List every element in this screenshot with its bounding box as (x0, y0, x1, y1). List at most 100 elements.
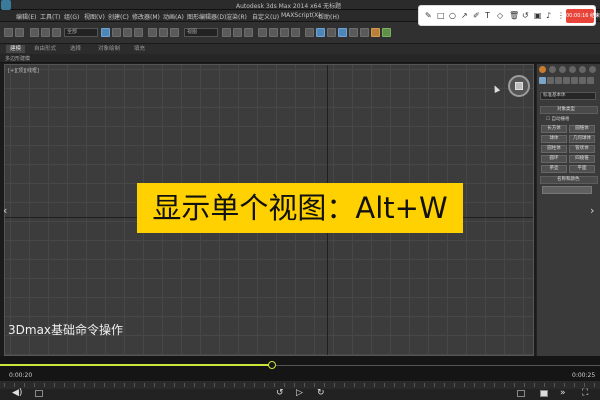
bind-space-warp-icon[interactable] (52, 28, 61, 37)
cone-button[interactable]: 圆锥体 (569, 125, 595, 133)
redo-icon[interactable] (15, 28, 24, 37)
name-color-rollout-header[interactable]: 名称和颜色 (540, 176, 598, 184)
teapot-button[interactable]: 茶壶 (541, 165, 567, 173)
keyboard-shortcut-icon[interactable] (244, 28, 253, 37)
move-icon[interactable] (148, 28, 157, 37)
align-icon[interactable] (327, 28, 336, 37)
auto-grid-checkbox[interactable]: ☐ 自动栅格 (546, 116, 569, 122)
delete-icon[interactable]: 🗑 (509, 11, 519, 21)
tab-selection[interactable]: 选择 (66, 45, 85, 53)
snap-toggle-icon[interactable] (258, 28, 267, 37)
cameras-icon[interactable] (563, 77, 570, 84)
menu-rendering[interactable]: 渲染(R) (226, 12, 247, 21)
arrow-icon[interactable]: ↗ (461, 11, 468, 21)
geometry-type-dropdown[interactable]: 标准基本体 (540, 92, 596, 100)
tube-button[interactable]: 管状体 (569, 145, 595, 153)
utilities-tab-icon[interactable] (589, 66, 596, 73)
space-warps-icon[interactable] (579, 77, 586, 84)
link-icon[interactable] (30, 28, 39, 37)
menu-help[interactable]: 帮助(H) (318, 12, 339, 21)
viewcube-face[interactable] (515, 82, 523, 90)
cylinder-button[interactable]: 圆柱体 (541, 145, 567, 153)
select-object-icon[interactable] (101, 28, 110, 37)
window-crossing-icon[interactable] (134, 28, 143, 37)
tab-object-paint[interactable]: 对象绘制 (94, 45, 124, 53)
box-button[interactable]: 长方体 (541, 125, 567, 133)
render-setup-icon[interactable] (382, 28, 391, 37)
geosphere-button[interactable]: 几何球体 (569, 135, 595, 143)
previous-arrow-icon[interactable]: ‹ (3, 204, 7, 217)
danmaku-toggle-icon[interactable] (35, 390, 43, 397)
undo-icon[interactable] (4, 28, 13, 37)
spinner-snap-icon[interactable] (291, 28, 300, 37)
angle-snap-icon[interactable] (269, 28, 278, 37)
tab-populate[interactable]: 填充 (130, 45, 149, 53)
hierarchy-tab-icon[interactable] (559, 66, 566, 73)
pen-icon[interactable]: ✎ (425, 11, 432, 21)
mirror-icon[interactable] (316, 28, 325, 37)
shapes-icon[interactable] (547, 77, 554, 84)
menu-graph-editors[interactable]: 图形编辑器(D) (187, 12, 226, 21)
lights-icon[interactable] (555, 77, 562, 84)
rectangular-selection-icon[interactable] (123, 28, 132, 37)
graphite-toggle-icon[interactable] (349, 28, 358, 37)
layer-manager-icon[interactable] (338, 28, 347, 37)
replay-icon[interactable]: ↺ (276, 388, 284, 398)
geometry-icon[interactable] (539, 77, 546, 84)
menu-tools[interactable]: 工具(T) (40, 12, 60, 21)
circle-icon[interactable]: ○ (449, 11, 456, 21)
menu-animation[interactable]: 动画(A) (163, 12, 184, 21)
settings-icon[interactable]: ⋮ (557, 11, 565, 21)
next-arrow-icon[interactable]: › (590, 204, 594, 217)
menu-modifiers[interactable]: 修改器(M) (132, 12, 160, 21)
menu-views[interactable]: 视图(V) (84, 12, 105, 21)
undo-icon[interactable]: ↺ (522, 11, 529, 21)
menu-create[interactable]: 创建(C) (108, 12, 129, 21)
motion-tab-icon[interactable] (569, 66, 576, 73)
tab-modeling[interactable]: 建模 (6, 45, 26, 53)
stop-recording-button[interactable]: 00:00:16 结束 (566, 9, 600, 23)
fullscreen-icon[interactable]: ⛶ (582, 388, 588, 398)
material-editor-icon[interactable] (371, 28, 380, 37)
menu-maxscript[interactable]: MAXScript(X) (281, 12, 321, 19)
selection-filter-dropdown[interactable]: 全部 (64, 28, 98, 37)
object-name-field[interactable] (542, 186, 592, 194)
progress-knob[interactable] (267, 361, 276, 369)
rotate-icon[interactable] (159, 28, 168, 37)
create-tab-icon[interactable] (539, 66, 546, 73)
object-type-rollout-header[interactable]: 对象类型 (540, 106, 598, 114)
tab-freeform[interactable]: 自由形式 (30, 45, 60, 53)
picture-in-picture-icon[interactable] (517, 390, 525, 397)
sphere-button[interactable]: 球体 (541, 135, 567, 143)
volume-icon[interactable]: ◀) (12, 388, 22, 398)
named-selection-icon[interactable] (305, 28, 314, 37)
viewcube-icon[interactable] (508, 75, 530, 97)
display-tab-icon[interactable] (579, 66, 586, 73)
viewport-label[interactable]: [+][顶][线框] (8, 67, 39, 74)
app-logo-icon[interactable] (1, 0, 11, 10)
plane-button[interactable]: 平面 (569, 165, 595, 173)
settings-icon[interactable] (540, 390, 548, 397)
scale-icon[interactable] (170, 28, 179, 37)
camera-icon[interactable]: ▣ (534, 11, 542, 21)
polygon-modeling-label[interactable]: 多边形建模 (5, 55, 30, 62)
pyramid-button[interactable]: 四棱锥 (569, 155, 595, 163)
modify-tab-icon[interactable] (549, 66, 556, 73)
mic-icon[interactable]: ♪ (546, 11, 551, 21)
text-icon[interactable]: T (485, 11, 490, 21)
eraser-icon[interactable]: ◇ (497, 11, 503, 21)
unlink-icon[interactable] (41, 28, 50, 37)
helpers-icon[interactable] (571, 77, 578, 84)
curve-editor-icon[interactable] (360, 28, 369, 37)
percent-snap-icon[interactable] (280, 28, 289, 37)
forward-icon[interactable]: ↻ (317, 388, 325, 398)
marker-icon[interactable]: ✐ (473, 11, 480, 21)
playback-speed-icon[interactable]: » (560, 388, 566, 398)
reference-coordinate-dropdown[interactable]: 视图 (184, 28, 218, 37)
pivot-center-icon[interactable] (222, 28, 231, 37)
menu-customize[interactable]: 自定义(U) (252, 12, 279, 21)
torus-button[interactable]: 圆环 (541, 155, 567, 163)
menu-group[interactable]: 组(G) (64, 12, 79, 21)
systems-icon[interactable] (587, 77, 594, 84)
play-icon[interactable]: ▷ (296, 388, 303, 398)
